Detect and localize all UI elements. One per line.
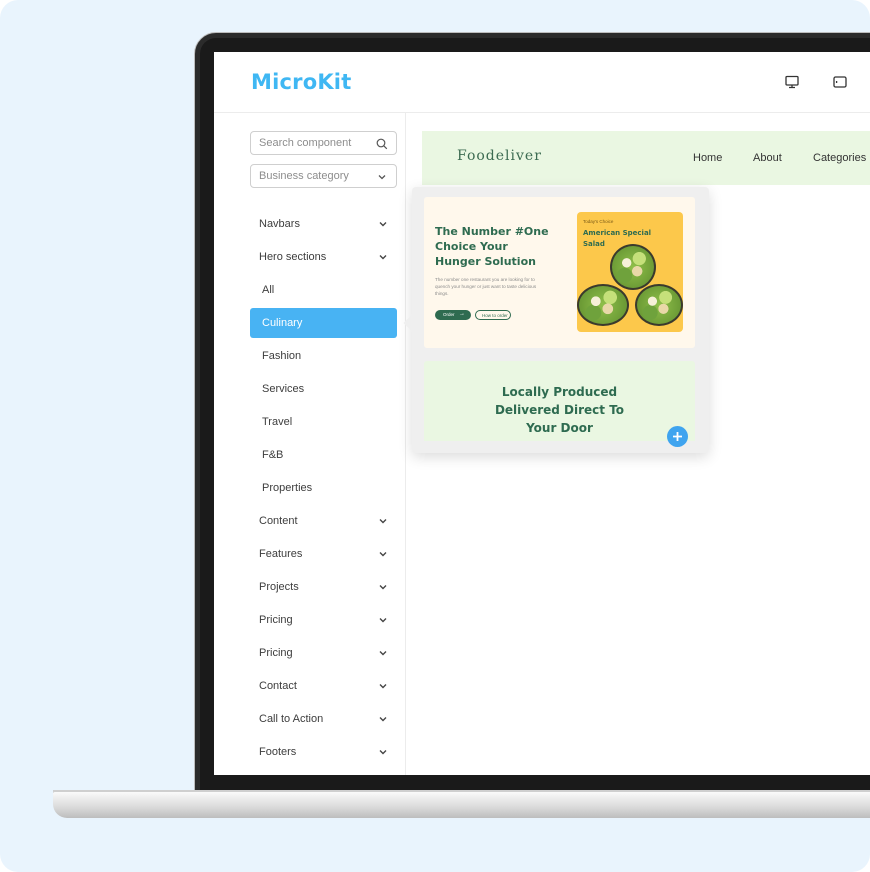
- chevron-down-icon: [378, 549, 388, 559]
- preview-link-home[interactable]: Home: [693, 152, 722, 164]
- category-select[interactable]: Business category: [250, 164, 397, 188]
- sidebar-item-navbars[interactable]: Navbars: [250, 208, 397, 241]
- sidebar-subitem-fnb[interactable]: F&B: [250, 439, 397, 472]
- desktop-icon[interactable]: [784, 74, 800, 90]
- sidebar-item-call-to-action[interactable]: Call to Action: [250, 703, 397, 736]
- hero2-title: Locally Produced Delivered Direct To You…: [424, 383, 695, 437]
- hero-template-card[interactable]: The Number #One Choice Your Hunger Solut…: [424, 197, 695, 348]
- search-icon: [376, 137, 388, 150]
- how-to-order-button[interactable]: How to order: [475, 310, 511, 320]
- app-header: MicroKit: [214, 52, 870, 113]
- hero2-title-line: Your Door: [526, 421, 593, 435]
- chevron-down-icon: [378, 516, 388, 526]
- laptop-base: [53, 792, 870, 818]
- sidebar-item-label: Properties: [262, 482, 313, 494]
- sidebar-item-label: F&B: [262, 449, 284, 461]
- chevron-down-icon: [378, 747, 388, 757]
- chevron-down-icon: [378, 681, 388, 691]
- preview-area: Foodeliver Home About Categories The Num…: [403, 113, 870, 775]
- order-button[interactable]: Order →: [435, 310, 471, 320]
- sidebar-item-label: Contact: [259, 680, 297, 692]
- chevron-down-icon: [378, 615, 388, 625]
- sidebar-item-label: Pricing: [259, 647, 293, 659]
- component-nav: Navbars Hero sections All Culinary Fashi…: [250, 208, 397, 769]
- sidebar-item-label: Projects: [259, 581, 299, 593]
- how-to-order-label: How to order: [482, 312, 508, 318]
- food-kicker: Today's Choice: [583, 219, 614, 224]
- sidebar: Search component Business category Navba…: [214, 113, 406, 775]
- order-button-label: Order: [443, 312, 455, 317]
- category-placeholder: Business category: [259, 170, 349, 182]
- sidebar-item-label: Call to Action: [259, 713, 324, 725]
- popover-caret: [403, 314, 421, 332]
- chevron-down-icon: [376, 170, 388, 182]
- search-input[interactable]: Search component: [250, 131, 397, 155]
- hero-description: The number one restaurant you are lookin…: [435, 277, 537, 296]
- hero2-title-line: Delivered Direct To: [494, 403, 625, 417]
- sidebar-item-label: Culinary: [262, 317, 303, 329]
- preview-link-about[interactable]: About: [753, 152, 782, 164]
- sidebar-item-hero-sections[interactable]: Hero sections: [250, 241, 397, 274]
- chevron-down-icon: [378, 648, 388, 658]
- sidebar-item-label: Services: [262, 383, 305, 395]
- hero-template-card-2[interactable]: Locally Produced Delivered Direct To You…: [424, 361, 695, 441]
- sidebar-item-label: Content: [259, 515, 298, 527]
- sidebar-item-label: Footers: [259, 746, 297, 758]
- sidebar-item-features[interactable]: Features: [250, 538, 397, 571]
- preview-link-categories[interactable]: Categories: [813, 152, 866, 164]
- sidebar-subitem-travel[interactable]: Travel: [250, 406, 397, 439]
- sidebar-item-label: Fashion: [262, 350, 302, 362]
- add-component-button[interactable]: [667, 426, 688, 447]
- sidebar-item-projects[interactable]: Projects: [250, 571, 397, 604]
- sidebar-subitem-all[interactable]: All: [250, 274, 397, 307]
- sidebar-item-label: Navbars: [259, 218, 300, 230]
- sidebar-item-pricing-2[interactable]: Pricing: [250, 637, 397, 670]
- preview-navbar: Foodeliver Home About Categories: [422, 131, 870, 185]
- chevron-down-icon: [378, 219, 388, 229]
- arrow-right-icon: →: [459, 311, 465, 317]
- sidebar-item-label: Pricing: [259, 614, 293, 626]
- sidebar-subitem-culinary[interactable]: Culinary: [250, 308, 397, 338]
- sidebar-item-label: Hero sections: [259, 251, 327, 263]
- sidebar-item-label: Features: [259, 548, 303, 560]
- plus-icon: [673, 432, 682, 441]
- salad-plate-image: [610, 244, 656, 290]
- hero-title: The Number #One Choice Your Hunger Solut…: [435, 225, 549, 268]
- preview-brand: Foodeliver: [457, 148, 542, 164]
- sidebar-subitem-services[interactable]: Services: [250, 373, 397, 406]
- sidebar-item-pricing[interactable]: Pricing: [250, 604, 397, 637]
- sidebar-item-footers[interactable]: Footers: [250, 736, 397, 769]
- search-placeholder: Search component: [259, 137, 352, 149]
- salad-plate-image: [577, 284, 629, 326]
- tablet-icon[interactable]: [832, 74, 848, 90]
- chevron-down-icon: [378, 582, 388, 592]
- background: MicroKit Search component Business categ…: [0, 0, 870, 872]
- sidebar-item-content[interactable]: Content: [250, 505, 397, 538]
- sidebar-subitem-fashion[interactable]: Fashion: [250, 340, 397, 373]
- app-screen: MicroKit Search component Business categ…: [214, 52, 870, 775]
- sidebar-item-label: Travel: [262, 416, 293, 428]
- chevron-down-icon: [378, 714, 388, 724]
- sidebar-item-label: All: [262, 284, 275, 296]
- food-showcase: Today's Choice American Special Salad: [577, 212, 683, 332]
- salad-plate-image: [635, 284, 683, 326]
- sidebar-subitem-properties[interactable]: Properties: [250, 472, 397, 505]
- sidebar-item-contact[interactable]: Contact: [250, 670, 397, 703]
- hero2-title-line: Locally Produced: [501, 385, 618, 399]
- component-popover: The Number #One Choice Your Hunger Solut…: [403, 187, 709, 453]
- app-logo: MicroKit: [251, 70, 352, 94]
- chevron-down-icon: [378, 252, 388, 262]
